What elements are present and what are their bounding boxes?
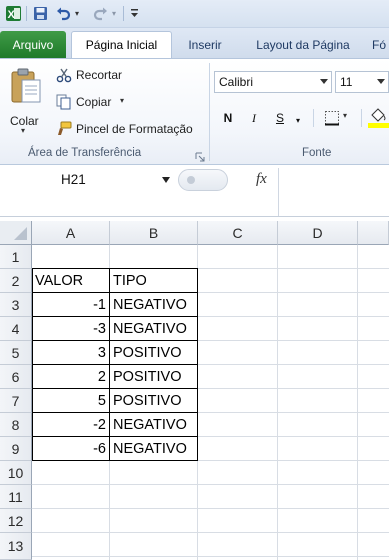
cell-a6[interactable]: 2 (32, 365, 109, 389)
customize-quick-access-icon[interactable] (128, 5, 140, 22)
column-header-d[interactable]: D (278, 221, 358, 245)
redo-dropdown-icon[interactable]: ▾ (110, 5, 118, 22)
borders-button[interactable]: ▾ (320, 109, 352, 127)
tab-layout-da-pagina[interactable]: Layout da Página (240, 31, 366, 58)
undo-icon[interactable] (54, 5, 72, 22)
underline-button[interactable]: S (270, 107, 290, 129)
column-header-c[interactable]: C (198, 221, 278, 245)
row-header-12[interactable]: 12 (0, 509, 32, 533)
cell-b7[interactable]: POSITIVO (110, 389, 197, 413)
name-box[interactable]: H21 (0, 168, 178, 192)
copy-button[interactable]: Copiar ▾ (54, 92, 154, 112)
cell-a4[interactable]: -3 (32, 317, 109, 341)
row-header-9[interactable]: 9 (0, 437, 32, 461)
cell-b3[interactable]: NEGATIVO (110, 293, 197, 317)
fx-icon: fx (256, 171, 267, 187)
cell-b5[interactable]: POSITIVO (110, 341, 197, 365)
row-header-10[interactable]: 10 (0, 461, 32, 485)
bold-button[interactable]: N (218, 107, 238, 129)
column-header-b[interactable]: B (110, 221, 198, 245)
cell-a3[interactable]: -1 (32, 293, 109, 317)
tab-inserir[interactable]: Inserir (178, 31, 232, 58)
row-header-11[interactable]: 11 (0, 485, 32, 509)
cell-a7[interactable]: 5 (32, 389, 109, 413)
row-header-7[interactable]: 7 (0, 389, 32, 413)
save-icon[interactable] (31, 5, 49, 22)
cell-b8[interactable]: NEGATIVO (110, 413, 197, 437)
formula-input[interactable] (278, 168, 389, 216)
name-box-value: H21 (61, 172, 86, 187)
row-header-4[interactable]: 4 (0, 317, 32, 341)
svg-text:X: X (7, 9, 15, 21)
splitter-handle-icon (187, 176, 195, 184)
cell-a8[interactable]: -2 (32, 413, 109, 437)
scissors-icon (56, 68, 72, 83)
row-header-2[interactable]: 2 (0, 269, 32, 293)
format-painter-label: Pincel de Formatação (76, 122, 193, 136)
cell-a9[interactable]: -6 (32, 437, 109, 461)
paint-bucket-icon (368, 108, 389, 128)
cut-button[interactable]: Recortar (54, 65, 154, 85)
tab-formulas[interactable]: Fó (372, 31, 389, 58)
tab-arquivo[interactable]: Arquivo (0, 31, 66, 58)
excel-icon: X (4, 5, 22, 22)
cell-b2[interactable]: TIPO (110, 269, 197, 293)
formula-bar-splitter[interactable] (178, 169, 228, 191)
copy-label: Copiar (76, 95, 112, 109)
row-header-3[interactable]: 3 (0, 293, 32, 317)
font-group-label: Fonte (302, 147, 332, 159)
row-header-1[interactable]: 1 (0, 245, 32, 269)
cut-label: Recortar (76, 68, 123, 82)
fill-color-button[interactable] (368, 107, 389, 129)
copy-icon (56, 94, 71, 110)
font-family-select[interactable]: Calibri (214, 71, 332, 93)
cell-a2[interactable]: VALOR (32, 269, 109, 293)
chevron-down-icon (320, 79, 328, 84)
row-header-5[interactable]: 5 (0, 341, 32, 365)
paste-icon (11, 68, 41, 103)
font-size-select[interactable]: 11 (335, 71, 389, 93)
borders-dropdown-icon: ▾ (343, 111, 348, 120)
ribbon-home: Colar ▾ Recortar Copiar ▾ Pincel de Form… (0, 58, 389, 165)
name-box-dropdown-icon[interactable] (162, 177, 170, 183)
cell-b4[interactable]: NEGATIVO (110, 317, 197, 341)
font-family-value: Calibri (219, 75, 254, 89)
format-painter-button[interactable]: Pincel de Formatação (54, 119, 206, 139)
font-size-value: 11 (340, 75, 353, 89)
cell-b6[interactable]: POSITIVO (110, 365, 197, 389)
row-header-8[interactable]: 8 (0, 413, 32, 437)
copy-dropdown-icon[interactable]: ▾ (120, 96, 124, 105)
row-header-6[interactable]: 6 (0, 365, 32, 389)
paste-button[interactable]: Colar ▾ (4, 65, 48, 135)
cell-b9[interactable]: NEGATIVO (110, 437, 197, 461)
paste-dropdown-icon[interactable]: ▾ (21, 126, 25, 135)
quick-access-toolbar: X ▾ ▾ (0, 0, 389, 28)
tab-pagina-inicial[interactable]: Página Inicial (71, 31, 172, 58)
column-header-a[interactable]: A (32, 221, 110, 245)
clipboard-dialog-launcher-icon[interactable] (195, 149, 205, 162)
insert-function-button[interactable]: fx (252, 170, 274, 190)
cell-a5[interactable]: 3 (32, 341, 109, 365)
ribbon-tab-bar: Arquivo Página Inicial Inserir Layout da… (0, 28, 389, 58)
worksheet-grid[interactable]: A B C D 1 2 3 4 5 6 7 8 9 10 11 12 13 VA… (0, 221, 389, 560)
borders-icon (325, 111, 339, 126)
underline-dropdown-icon[interactable]: ▾ (293, 109, 303, 131)
row-header-13[interactable]: 13 (0, 533, 32, 560)
chevron-down-icon (377, 79, 385, 84)
column-header-e[interactable] (358, 221, 389, 245)
italic-button[interactable]: I (244, 107, 264, 129)
undo-dropdown-icon[interactable]: ▾ (73, 5, 81, 22)
clipboard-group-label: Área de Transferência (28, 147, 142, 159)
format-painter-icon (58, 121, 72, 135)
select-all-button[interactable] (0, 221, 32, 245)
redo-icon[interactable] (91, 5, 109, 22)
